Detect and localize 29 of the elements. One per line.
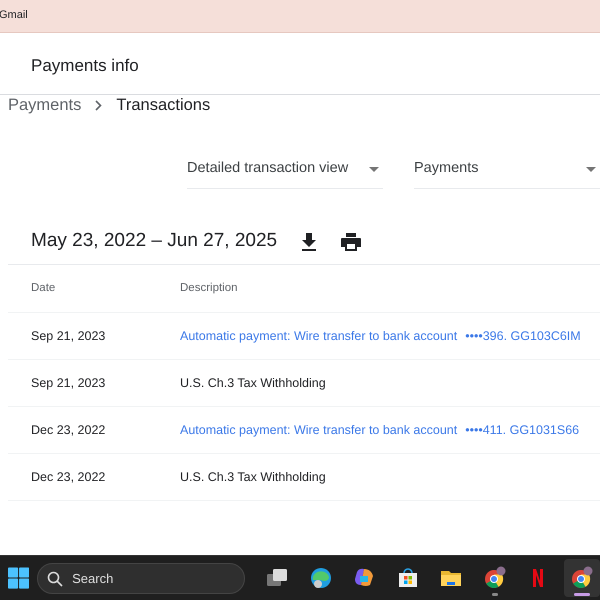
- column-header: Description: [180, 280, 238, 296]
- windows-start-icon[interactable]: [8, 567, 30, 589]
- table-cell-text: Dec 23, 2022: [30, 468, 106, 486]
- dropdown-arrow-icon: [586, 166, 596, 172]
- column-header: Date: [30, 280, 56, 296]
- table-cell-text: U.S. Ch.3 Tax Withholding: [180, 374, 326, 392]
- account-reference: ••••411. GG1031S66: [465, 422, 580, 439]
- table-cell-text: U.S. Ch.3 Tax Withholding: [180, 468, 326, 486]
- chevron-right-icon: [95, 100, 102, 110]
- dropdown-field[interactable]: Payments: [414, 158, 600, 189]
- breadcrumb-link[interactable]: Payments: [8, 92, 82, 118]
- transaction-link[interactable]: Automatic payment: Wire transfer to bank account: [180, 420, 458, 440]
- table-cell-text: Sep 21, 2023: [30, 328, 106, 345]
- taskbar-app-button[interactable]: [564, 559, 600, 597]
- chrome-browser-icon: [482, 566, 507, 590]
- page-title: Payments info: [31, 56, 139, 75]
- table-cell-text: Sep 21, 2023: [30, 374, 106, 392]
- chrome-browser-icon: [570, 566, 594, 590]
- print-icon[interactable]: [341, 232, 362, 250]
- download-icon[interactable]: [301, 232, 318, 250]
- account-reference: ••••396. GG103C6IM: [465, 328, 581, 345]
- taskbar-search-field[interactable]: Search: [37, 562, 246, 594]
- search-icon: [47, 570, 64, 586]
- table-cell-text: Dec 23, 2022: [30, 422, 106, 439]
- dropdown-field[interactable]: Detailed transaction view: [187, 158, 383, 189]
- dropdown-arrow-icon: [369, 166, 379, 172]
- transaction-link[interactable]: Automatic payment: Wire transfer to bank account: [180, 326, 458, 346]
- date-range: May 23, 2022 – Jun 27, 2025: [31, 229, 278, 254]
- edge-browser-icon: [308, 566, 333, 590]
